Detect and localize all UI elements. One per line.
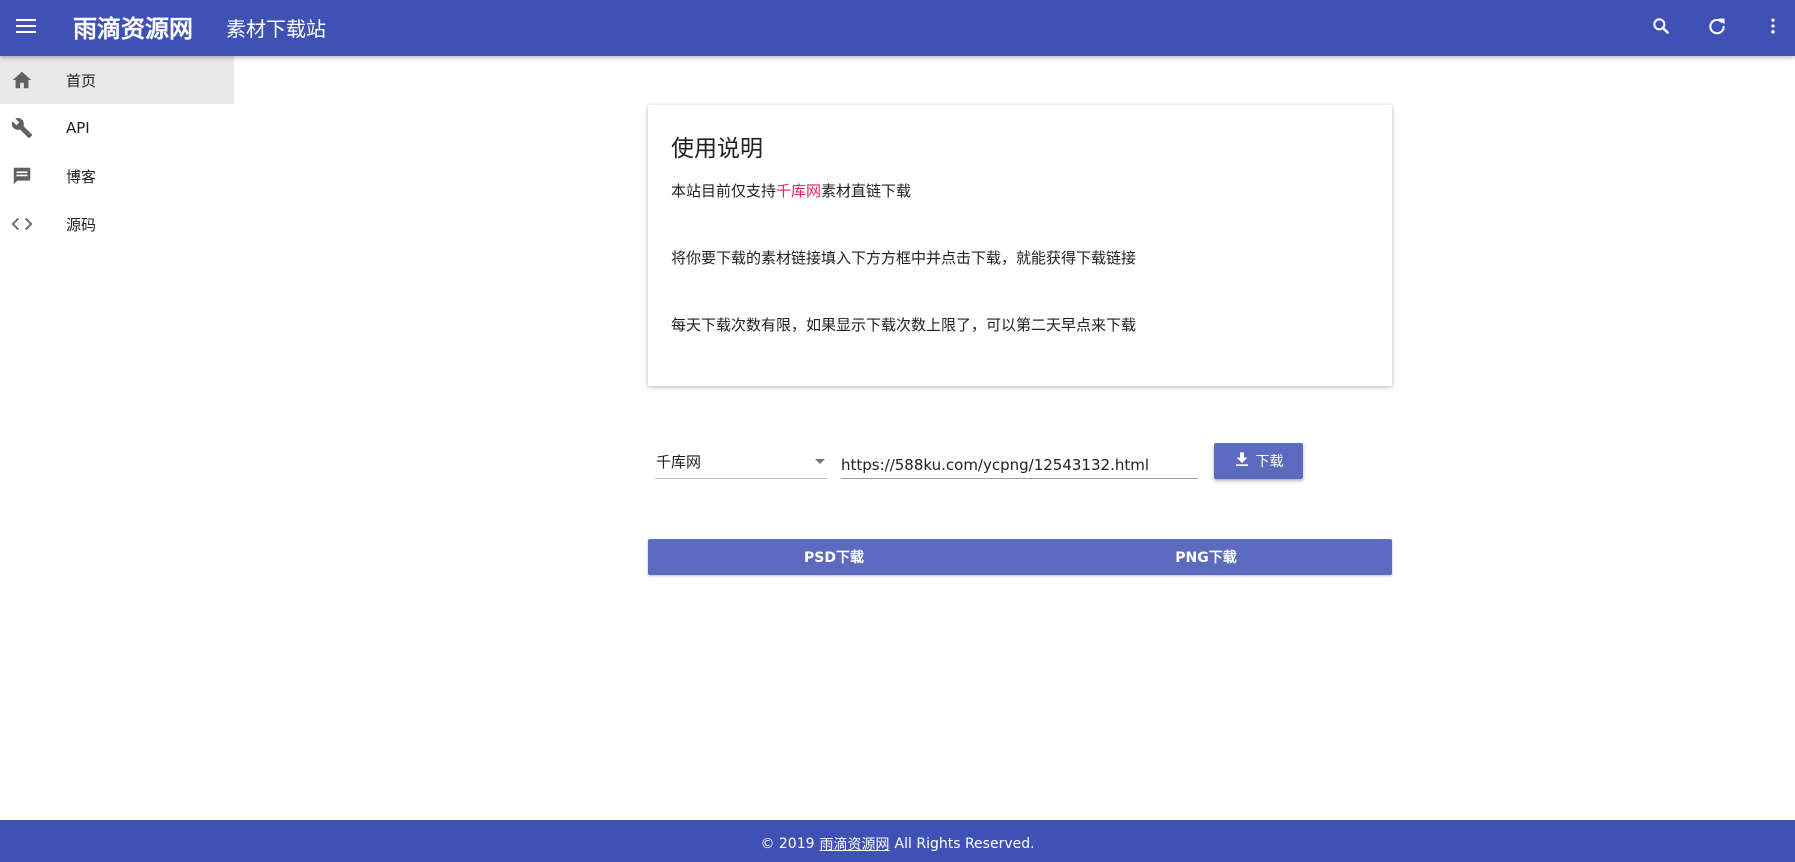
menu-icon[interactable] [14,14,38,38]
sidebar-item-api[interactable]: API [0,104,234,152]
instruction-line-1: 本站目前仅支持千库网素材直链下载 [671,181,1369,201]
wrench-icon [0,117,66,139]
more-vert-icon[interactable] [1759,12,1787,40]
home-icon [0,69,66,91]
site-subtitle: 素材下载站 [226,17,326,41]
png-download-button[interactable]: PNG下载 [1020,539,1392,575]
site-select-value: 千库网 [656,453,702,471]
download-icon [1234,451,1250,471]
sidebar-item-home[interactable]: 首页 [0,56,234,104]
instruction-text: 素材直链下载 [821,182,912,200]
dropdown-arrow-icon [815,459,825,464]
instruction-line-2: 将你要下载的素材链接填入下方方框中并点击下载，就能获得下载链接 [671,249,1137,267]
site-brand[interactable]: 雨滴资源网 [73,9,193,44]
footer: © 2019 雨滴资源网 All Rights Reserved. [0,820,1795,862]
instructions-card: 使用说明 本站目前仅支持千库网素材直链下载 将你要下载的素材链接填入下方方框中并… [648,105,1392,386]
sidebar-item-label: API [66,119,90,137]
sidebar: 首页 API 博客 源码 [0,56,234,820]
search-icon[interactable] [1647,12,1675,40]
sidebar-item-source[interactable]: 源码 [0,200,234,248]
url-input[interactable] [841,443,1198,479]
sidebar-item-blog[interactable]: 博客 [0,152,234,200]
card-title: 使用说明 [671,136,763,162]
download-button-label: 下载 [1255,454,1284,470]
site-select[interactable]: 千库网 [655,443,827,479]
download-button[interactable]: 下载 [1214,443,1303,479]
instruction-text: 本站目前仅支持 [671,182,777,200]
qianku-link: 千库网 [776,182,822,200]
footer-site-link[interactable]: 雨滴资源网 [820,834,890,854]
sidebar-item-label: 博客 [66,167,97,186]
app-bar: 雨滴资源网 素材下载站 [0,0,1795,56]
sidebar-item-label: 首页 [66,71,97,90]
instruction-line-3: 每天下载次数有限，如果显示下载次数上限了，可以第二天早点来下载 [671,316,1137,334]
result-button-group: PSD下载 PNG下载 [648,539,1392,575]
footer-rights: All Rights Reserved. [894,836,1035,852]
sidebar-item-label: 源码 [66,215,97,234]
comment-icon [0,165,66,187]
code-icon [0,213,66,235]
psd-download-button[interactable]: PSD下载 [648,539,1020,575]
footer-copyright: © 2019 [760,836,815,852]
refresh-icon[interactable] [1703,12,1731,40]
